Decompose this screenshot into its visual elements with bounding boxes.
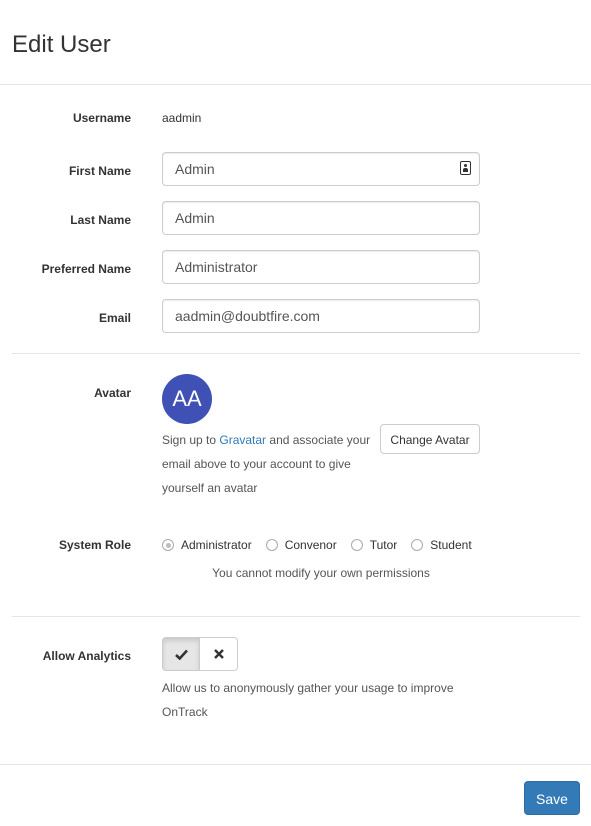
preferred-name-field[interactable]: Administrator [162, 250, 480, 284]
last-name-label: Last Name [70, 213, 131, 227]
role-permission-note: You cannot modify your own permissions [212, 566, 430, 580]
contact-card-icon[interactable] [460, 161, 471, 175]
first-name-label: First Name [68, 164, 131, 178]
preferred-name-value: Administrator [175, 259, 258, 275]
role-option-label: Student [430, 538, 472, 552]
email-label: Email [98, 311, 131, 325]
save-button[interactable]: Save [524, 781, 580, 815]
last-name-value: Admin [175, 210, 215, 226]
change-avatar-button[interactable]: Change Avatar [380, 424, 480, 454]
role-option-administrator[interactable]: Administrator [162, 538, 252, 552]
email-field[interactable]: aadmin@doubtfire.com [162, 299, 480, 333]
divider [12, 353, 580, 354]
avatar-label: Avatar [94, 386, 131, 400]
radio-icon[interactable] [411, 539, 424, 551]
avatar: AA [162, 374, 212, 424]
analytics-toggle [162, 637, 238, 671]
email-value: aadmin@doubtfire.com [175, 308, 320, 324]
role-option-label: Administrator [181, 538, 252, 552]
last-name-field[interactable]: Admin [162, 201, 480, 235]
role-option-convenor[interactable]: Convenor [265, 538, 337, 552]
times-icon [213, 649, 224, 659]
first-name-field[interactable]: Admin [162, 152, 480, 186]
radio-checked-icon[interactable] [162, 539, 174, 551]
analytics-help-text: Allow us to anonymously gather your usag… [162, 681, 454, 719]
role-option-student[interactable]: Student [411, 538, 472, 552]
system-role-radio-group: Administrator Convenor Tutor Student [162, 537, 486, 553]
radio-icon[interactable] [350, 539, 363, 551]
modal-footer-divider [0, 764, 591, 765]
first-name-value: Admin [175, 161, 215, 177]
gravatar-link[interactable]: Gravatar [219, 433, 266, 447]
radio-icon[interactable] [265, 539, 278, 551]
role-option-tutor[interactable]: Tutor [350, 538, 398, 552]
preferred-name-label: Preferred Name [41, 262, 131, 276]
modal-header: Edit User [0, 0, 591, 85]
check-icon [174, 649, 188, 660]
username-label: Username [72, 111, 131, 125]
username-value: aadmin [162, 111, 202, 125]
analytics-no-button[interactable] [200, 637, 238, 671]
page-title: Edit User [12, 31, 111, 58]
allow-analytics-label: Allow Analytics [42, 649, 131, 663]
divider [12, 616, 580, 617]
role-option-label: Convenor [284, 538, 337, 552]
avatar-help-text: Sign up to Gravatar and associate your e… [162, 428, 377, 500]
avatar-help-prefix: Sign up to [162, 433, 220, 447]
analytics-yes-button[interactable] [162, 637, 200, 671]
role-option-label: Tutor [369, 538, 398, 552]
system-role-label: System Role [58, 538, 131, 552]
